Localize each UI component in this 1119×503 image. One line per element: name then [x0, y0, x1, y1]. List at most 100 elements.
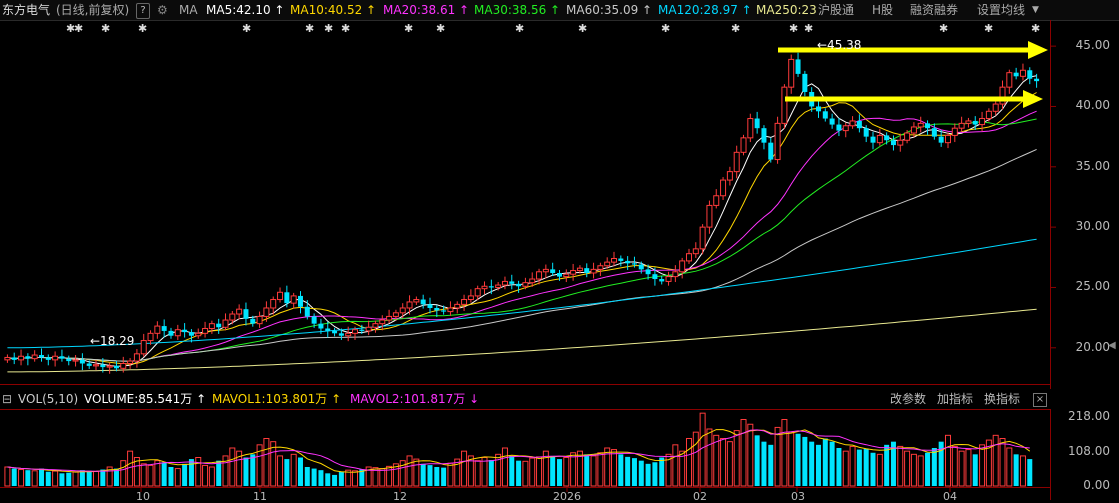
candle-body — [576, 267, 583, 272]
volume-bar — [884, 444, 890, 486]
volume-bar — [699, 412, 706, 487]
close-icon[interactable]: × — [1033, 393, 1047, 407]
volume-bar — [447, 462, 454, 487]
candle-body — [345, 332, 352, 337]
candle-body — [447, 307, 454, 313]
volume-bar — [100, 469, 106, 486]
collapse-right-icon[interactable]: ◀ — [1108, 340, 1116, 351]
volume-bar — [25, 470, 31, 486]
volume-bar — [216, 460, 222, 486]
volume-bar — [795, 433, 801, 486]
candle-body — [270, 299, 277, 309]
candle-body — [161, 326, 167, 331]
vol-label[interactable]: VOL(5,10) — [18, 389, 78, 409]
candle-body — [1027, 70, 1033, 79]
candle-body — [822, 111, 828, 119]
add-indicator-button[interactable]: 加指标 — [937, 389, 973, 409]
volume-bar — [925, 452, 931, 486]
candle-body — [488, 286, 494, 288]
candle-body — [781, 86, 788, 124]
candle-body — [890, 140, 896, 146]
volume-bar — [781, 419, 788, 487]
candle-body — [992, 103, 999, 112]
volume-bar — [120, 460, 127, 487]
candle-body — [379, 319, 386, 325]
volume-bar — [822, 438, 828, 486]
candle-body — [910, 126, 917, 134]
candle-body — [965, 120, 972, 124]
candle-body — [182, 329, 188, 333]
candle-body — [795, 59, 801, 74]
candle-body — [944, 134, 951, 144]
candle-body — [481, 285, 488, 290]
price-chart — [0, 20, 1056, 500]
candle-body — [590, 268, 597, 274]
volume-bar — [972, 454, 978, 486]
volume-bar — [733, 430, 740, 487]
volume-bar — [685, 438, 692, 487]
volume-bar — [38, 468, 44, 486]
candle-body — [556, 272, 562, 277]
candle-body — [958, 122, 965, 129]
candle-body — [618, 258, 624, 261]
candle-body — [365, 326, 372, 332]
date-label: 02 — [693, 490, 707, 503]
low-price-label: ←18.29 — [90, 334, 135, 348]
candle-body — [516, 283, 522, 287]
candle-body — [18, 355, 25, 361]
candle-body — [597, 265, 604, 270]
candle-body — [79, 359, 85, 364]
resistance-arrow-head — [1028, 41, 1048, 59]
mavol1-value: MAVOL1:103.801万 ↑ — [212, 392, 342, 406]
candle-body — [392, 312, 399, 317]
volume-bar — [147, 464, 154, 487]
switch-indicator-button[interactable]: 换指标 — [984, 389, 1020, 409]
candle-body — [979, 118, 986, 126]
volume-bar — [999, 438, 1006, 487]
price-axis-label: 20.00 — [1075, 339, 1110, 354]
candle-body — [925, 123, 931, 129]
volume-bar — [332, 474, 338, 486]
date-label: 2026 — [553, 490, 581, 503]
volume-bar — [625, 456, 631, 486]
volume-bar — [161, 462, 167, 486]
candle-body — [372, 323, 379, 328]
candle-body — [147, 332, 154, 342]
ma30-line — [7, 118, 1037, 362]
volume-bar — [318, 470, 324, 486]
candle-body — [277, 291, 284, 301]
collapse-icon[interactable]: ⊟ — [2, 389, 12, 409]
candle-body — [45, 357, 51, 360]
candle-body — [4, 356, 11, 361]
volume-bar — [897, 445, 904, 487]
volume-bar — [188, 459, 194, 486]
candle-body — [72, 359, 79, 362]
volume-bar — [420, 463, 426, 486]
volume-bar — [563, 457, 570, 487]
candle-body — [59, 356, 65, 359]
volume-bar — [910, 453, 917, 487]
volume-bar — [509, 455, 515, 486]
candle-body — [188, 332, 194, 336]
volume-bar — [726, 441, 733, 487]
candle-body — [399, 307, 406, 314]
support-arrow-head — [1023, 90, 1043, 108]
candle-body — [645, 269, 651, 275]
candle-body — [236, 308, 243, 315]
price-axis-label: 40.00 — [1075, 98, 1110, 113]
candle-body — [509, 281, 515, 284]
volume-bar — [556, 459, 562, 486]
change-params-button[interactable]: 改参数 — [890, 389, 926, 409]
volume-bar — [815, 444, 821, 486]
candle-body — [174, 329, 181, 337]
volume-bar — [876, 453, 883, 487]
volume-bar — [836, 448, 842, 486]
volume-bar — [1027, 459, 1033, 486]
candle-body — [876, 134, 883, 144]
candle-body — [625, 260, 631, 264]
candle-body — [250, 318, 256, 324]
candle-body — [999, 86, 1006, 105]
candle-body — [931, 128, 937, 137]
candle-body — [604, 261, 611, 267]
candle-body — [1013, 72, 1019, 77]
